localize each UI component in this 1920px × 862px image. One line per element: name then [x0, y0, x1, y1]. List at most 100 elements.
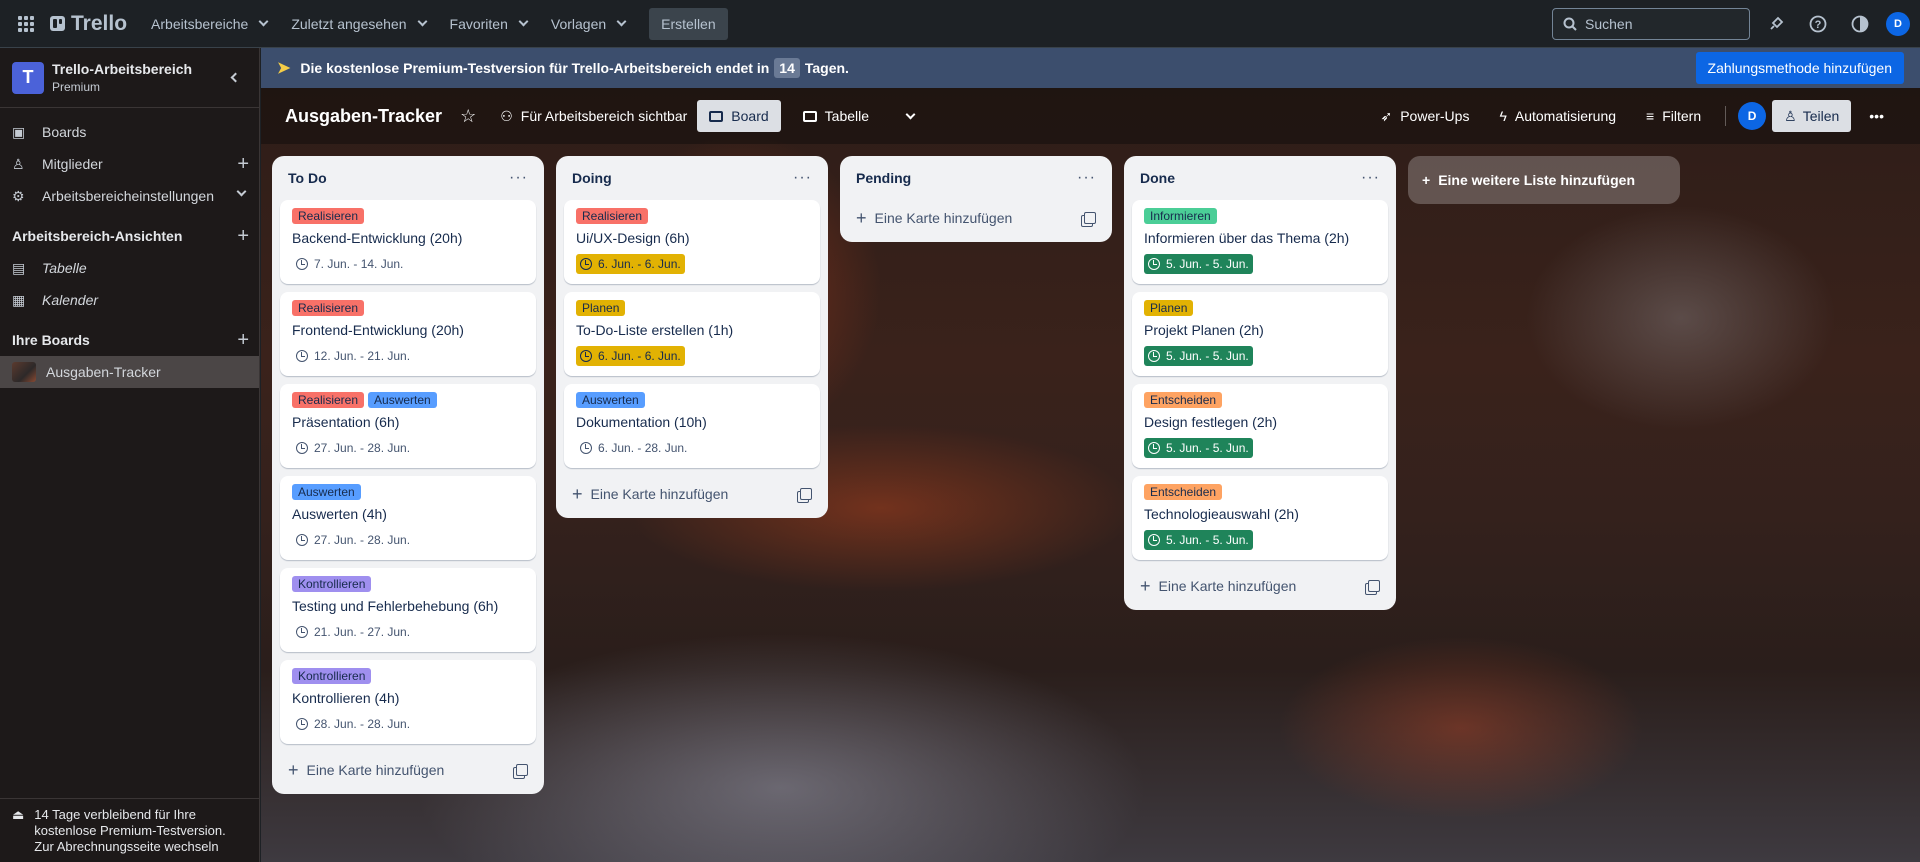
add-card-button[interactable]: + Eine Karte hinzufügen	[1132, 568, 1388, 604]
list-column: To Do ··· Realisieren Backend-Entwicklung (…	[272, 156, 544, 794]
card[interactable]: Planen To-Do-Liste erstellen (1h) 6. Jun. …	[564, 292, 820, 376]
nav-label: Vorlagen	[550, 15, 607, 32]
clock-icon	[1148, 258, 1160, 270]
view-table-button[interactable]: Tabelle	[791, 100, 881, 132]
sidebar-item-members[interactable]: ♙ Mitglieder +	[0, 148, 259, 180]
app-switcher-icon[interactable]	[10, 8, 42, 40]
list-header[interactable]: Doing ···	[564, 156, 820, 200]
nav-templates-button[interactable]: Vorlagen	[539, 8, 637, 40]
lists-container: To Do ··· Realisieren Backend-Entwicklung (…	[272, 156, 1680, 794]
nav-starred-button[interactable]: Favoriten	[438, 8, 539, 40]
card-labels: Planen	[1144, 300, 1376, 316]
sidebar-item-boards[interactable]: ▣ Boards	[0, 116, 259, 148]
list-header[interactable]: Pending ···	[848, 156, 1104, 200]
card[interactable]: Entscheiden Technologieauswahl (2h) 5. Jun…	[1132, 476, 1388, 560]
card[interactable]: Kontrollieren Testing und Fehlerbehebung …	[280, 568, 536, 652]
add-card-button[interactable]: + Eine Karte hinzufügen	[848, 200, 1104, 236]
add-card-label: Eine Karte hinzufügen	[874, 210, 1013, 226]
card-template-icon[interactable]	[800, 488, 812, 500]
card[interactable]: Planen Projekt Planen (2h) 5. Jun. - 5. Ju…	[1132, 292, 1388, 376]
add-payment-method-button[interactable]: Zahlungsmethode hinzufügen	[1695, 52, 1904, 84]
workspace-header: T Trello-Arbeitsbereich Premium	[0, 48, 259, 108]
card[interactable]: Realisieren Ui/UX-Design (6h) 6. Jun. - 6.…	[564, 200, 820, 284]
sidebar: T Trello-Arbeitsbereich Premium ▣ Boards…	[0, 48, 260, 862]
visibility-label: Für Arbeitsbereich sichtbar	[520, 108, 688, 124]
add-card-button[interactable]: + Eine Karte hinzufügen	[280, 752, 536, 788]
due-date-text: 12. Jun. - 21. Jun.	[314, 349, 411, 363]
card[interactable]: Realisieren Backend-Entwicklung (20h) 7. J…	[280, 200, 536, 284]
card-title: Projekt Planen (2h)	[1144, 322, 1264, 338]
add-card-button[interactable]: + Eine Karte hinzufügen	[564, 476, 820, 512]
list-header[interactable]: To Do ···	[280, 156, 536, 200]
card-labels: Realisieren Auswerten	[292, 392, 524, 408]
list-menu-icon[interactable]: ···	[793, 169, 812, 187]
power-ups-button[interactable]: ➶ Power-Ups	[1368, 100, 1481, 132]
chevron-down-icon	[518, 16, 529, 27]
trial-note[interactable]: ⏏ 14 Tage verbleibend für Ihre kostenlos…	[0, 798, 260, 862]
due-date-text: 5. Jun. - 5. Jun.	[1166, 533, 1249, 547]
user-avatar[interactable]: D	[1886, 11, 1910, 36]
list-header[interactable]: Done ···	[1132, 156, 1388, 200]
card-template-icon[interactable]	[1368, 580, 1380, 592]
collapse-sidebar-button[interactable]	[223, 66, 247, 90]
more-views-button[interactable]	[891, 100, 926, 132]
days-remaining-badge: 14	[774, 58, 800, 78]
create-button[interactable]: Erstellen	[649, 7, 728, 40]
workspace-badge: T	[12, 61, 44, 94]
banner-text-end: Tagen.	[804, 60, 849, 76]
card[interactable]: Realisieren Auswerten Präsentation (6h) 27.…	[280, 384, 536, 468]
card[interactable]: Informieren Informieren über das Thema (2…	[1132, 200, 1388, 284]
chevron-down-icon	[417, 16, 427, 27]
board-title[interactable]: Ausgaben-Tracker	[285, 106, 442, 127]
star-icon[interactable]: ☆	[460, 106, 476, 127]
board-menu-icon[interactable]: •••	[1857, 100, 1896, 132]
trello-logo[interactable]: Trello	[50, 12, 127, 36]
card-template-icon[interactable]	[1084, 212, 1096, 224]
clock-icon	[296, 626, 308, 638]
due-date-badge: 5. Jun. - 5. Jun.	[1144, 346, 1253, 366]
due-date-text: 27. Jun. - 28. Jun.	[314, 533, 411, 547]
card[interactable]: Realisieren Frontend-Entwicklung (20h) 12.…	[280, 292, 536, 376]
card-title: Informieren über das Thema (2h)	[1144, 230, 1350, 246]
card-label: Planen	[1144, 300, 1194, 316]
sidebar-item-label: Arbeitsbereicheinstellungen	[42, 188, 214, 204]
card[interactable]: Auswerten Auswerten (4h) 27. Jun. - 28. Ju…	[280, 476, 536, 560]
sidebar-item-label: Ausgaben-Tracker	[46, 364, 161, 380]
view-board-button[interactable]: Board	[697, 100, 781, 132]
card[interactable]: Auswerten Dokumentation (10h) 6. Jun. - 28…	[564, 384, 820, 468]
nav-recent-button[interactable]: Zuletzt angesehen	[279, 8, 437, 40]
member-avatar[interactable]: D	[1738, 102, 1767, 130]
card-labels: Realisieren	[292, 208, 524, 224]
clock-icon	[296, 534, 308, 546]
sidebar-item-table[interactable]: ▤ Tabelle	[0, 252, 259, 284]
card[interactable]: Entscheiden Design festlegen (2h) 5. Jun. …	[1132, 384, 1388, 468]
card-title: Technologieauswahl (2h)	[1144, 506, 1299, 522]
list-menu-icon[interactable]: ···	[1361, 169, 1380, 187]
visibility-button[interactable]: ⚇ Für Arbeitsbereich sichtbar	[500, 108, 687, 125]
sidebar-item-settings[interactable]: ⚙ Arbeitsbereicheinstellungen	[0, 180, 259, 212]
plus-icon: +	[856, 207, 867, 228]
list-menu-icon[interactable]: ···	[509, 169, 528, 187]
add-board-icon[interactable]: +	[237, 329, 249, 352]
add-view-icon[interactable]: +	[237, 225, 249, 248]
trello-logo-icon	[50, 16, 65, 31]
filter-button[interactable]: ≡ Filtern	[1634, 100, 1713, 132]
notifications-icon[interactable]	[1760, 8, 1792, 40]
nav-workspaces-button[interactable]: Arbeitsbereiche	[139, 8, 279, 40]
card-template-icon[interactable]	[516, 764, 528, 776]
help-icon[interactable]: ?	[1802, 8, 1834, 40]
list-title: Doing	[572, 170, 612, 186]
share-button[interactable]: ♙ Teilen	[1772, 100, 1852, 132]
theme-toggle-icon[interactable]	[1844, 8, 1876, 40]
add-list-label: Eine weitere Liste hinzufügen	[1438, 172, 1635, 188]
list-menu-icon[interactable]: ···	[1077, 169, 1096, 187]
add-card-label: Eine Karte hinzufügen	[590, 486, 729, 502]
add-list-button[interactable]: + Eine weitere Liste hinzufügen	[1408, 156, 1680, 204]
automation-button[interactable]: ϟ Automatisierung	[1487, 100, 1628, 132]
sidebar-item-calendar[interactable]: ▦ Kalender	[0, 284, 259, 316]
sidebar-item-board-ausgaben-tracker[interactable]: Ausgaben-Tracker	[0, 356, 259, 388]
card[interactable]: Kontrollieren Kontrollieren (4h) 28. Jun. …	[280, 660, 536, 744]
search-input[interactable]: Suchen	[1552, 7, 1750, 40]
clock-icon	[580, 442, 592, 454]
add-member-icon[interactable]: +	[237, 154, 249, 174]
